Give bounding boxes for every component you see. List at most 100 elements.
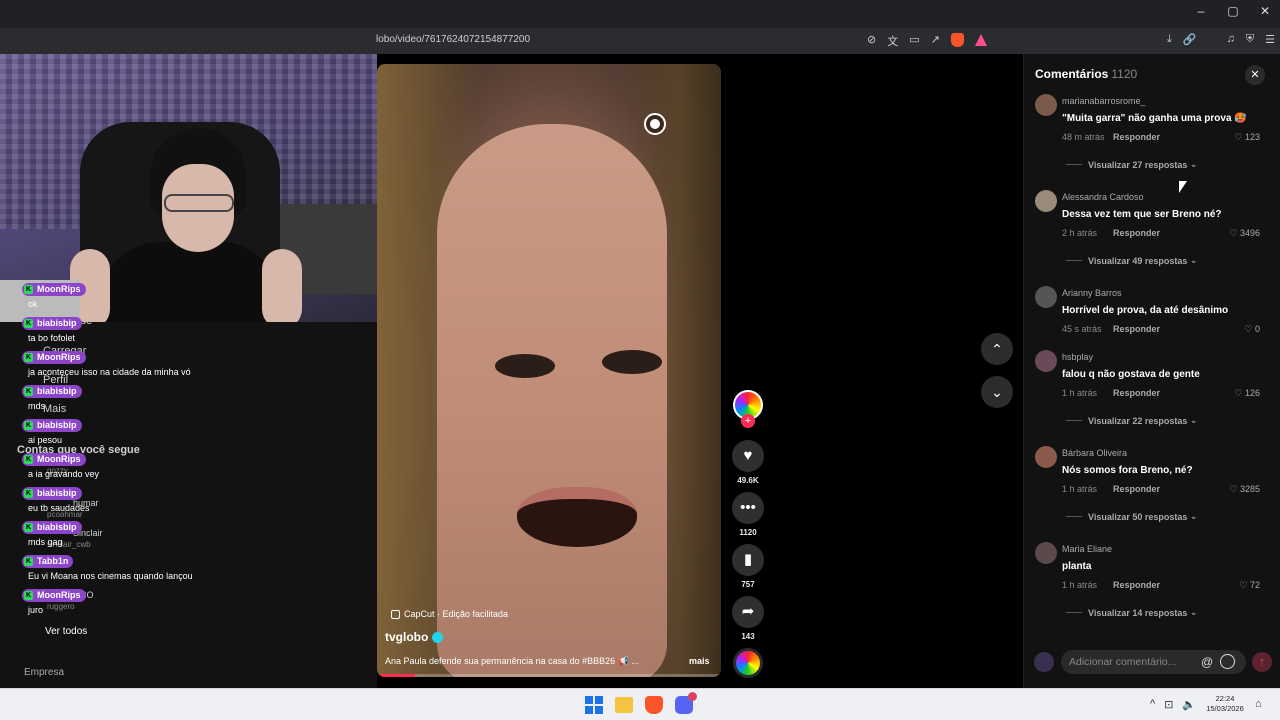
chat-user-badge: Kbiabisbip	[22, 487, 82, 500]
send-comment-button[interactable]: ↑	[1252, 652, 1272, 672]
windows-taskbar: ^ ⊡ 🔈 22:24 15/03/2026 ⌂	[0, 688, 1280, 720]
reader-mode-icon[interactable]: ⊘	[867, 33, 876, 49]
discord-icon[interactable]	[675, 692, 697, 714]
company-link[interactable]: Empresa	[24, 667, 64, 678]
avatar[interactable]	[1035, 94, 1057, 116]
mouse-cursor	[1179, 181, 1187, 193]
reply-button[interactable]: Responder	[1113, 324, 1160, 334]
close-window-button[interactable]: ✕	[1258, 4, 1272, 18]
share-button[interactable]: ➦	[732, 596, 764, 628]
comment-username[interactable]: hsbplay	[1062, 352, 1093, 362]
tray-overflow-icon[interactable]: ^	[1150, 698, 1155, 711]
translate-icon[interactable]: 文	[887, 33, 898, 49]
capcut-label[interactable]: CapCut · Edição facilitada	[391, 609, 508, 619]
file-explorer-icon[interactable]	[615, 697, 633, 713]
emoji-icon[interactable]	[1220, 654, 1235, 669]
like-button[interactable]: ♥	[732, 440, 764, 472]
share-arrow-icon: ➦	[741, 603, 755, 620]
avatar[interactable]	[1035, 542, 1057, 564]
chat-message-text: ai pesou	[28, 435, 63, 445]
comment-like-button[interactable]: ♡ 0	[1244, 324, 1260, 335]
brave-rewards-icon[interactable]	[974, 34, 987, 46]
save-button[interactable]: ▮	[732, 544, 764, 576]
next-video-button[interactable]: ⌄	[981, 376, 1013, 408]
music-icon[interactable]: ♫	[1227, 33, 1235, 46]
avatar[interactable]	[1035, 350, 1057, 372]
taskbar-clock[interactable]: 22:24 15/03/2026	[1206, 694, 1244, 714]
comment-username[interactable]: Maria Eliane	[1062, 544, 1112, 554]
maximize-button[interactable]: ▢	[1226, 4, 1240, 18]
comment-text: falou q não gostava de gente	[1062, 369, 1200, 380]
heart-outline-icon: ♡	[1234, 388, 1245, 398]
reply-button[interactable]: Responder	[1113, 580, 1160, 590]
view-replies-button[interactable]: Visualizar 50 respostas ⌄	[1066, 511, 1197, 522]
network-icon[interactable]: ⊡	[1164, 698, 1173, 711]
chat-message: Kbiabisbip ta bo fofolet	[18, 315, 358, 349]
mention-icon[interactable]: @	[1201, 655, 1213, 669]
view-replies-button[interactable]: Visualizar 49 respostas ⌄	[1066, 255, 1197, 266]
reply-button[interactable]: Responder	[1113, 484, 1160, 494]
video-author[interactable]: tvglobo	[385, 630, 444, 644]
menu-icon[interactable]: ☰	[1265, 33, 1275, 46]
clock-time: 22:24	[1215, 694, 1235, 703]
comment-button[interactable]: •••	[732, 492, 764, 524]
shield-icon[interactable]: ⛨	[1246, 33, 1254, 46]
link-icon[interactable]: 🔗	[1183, 33, 1197, 46]
video-player[interactable]: CapCut · Edição facilitada tvglobo Ana P…	[377, 64, 721, 677]
avatar[interactable]	[1035, 286, 1057, 308]
avatar	[1034, 652, 1054, 672]
divider	[1066, 164, 1082, 165]
music-disc[interactable]	[733, 648, 763, 678]
comment-username[interactable]: Bárbara Oliveira	[1062, 448, 1127, 458]
comment-time: 1 h atrás	[1062, 580, 1098, 590]
brave-browser-icon[interactable]	[645, 696, 663, 714]
download-icon[interactable]: ⤓	[1167, 33, 1172, 46]
share-icon[interactable]: ↗	[931, 33, 940, 49]
comment-like-button[interactable]: ♡ 123	[1234, 132, 1260, 143]
notification-badge	[688, 692, 697, 701]
view-replies-button[interactable]: Visualizar 14 respostas ⌄	[1066, 607, 1197, 618]
address-bar: lobo/video/7617624072154877200 ⊘ 文 ▭ ↗ ⤓…	[0, 28, 1280, 54]
see-all-link[interactable]: Ver todos	[45, 626, 87, 637]
comment-input[interactable]	[1061, 650, 1246, 674]
reply-button[interactable]: Responder	[1113, 388, 1160, 398]
heart-outline-icon: ♡	[1244, 324, 1255, 334]
view-replies-button[interactable]: Visualizar 27 respostas ⌄	[1066, 159, 1197, 170]
close-comments-button[interactable]: ✕	[1245, 65, 1265, 85]
browser-titlebar: – ▢ ✕	[0, 0, 1280, 28]
comment-like-button[interactable]: ♡ 3496	[1229, 228, 1260, 239]
notification-icon[interactable]: ⌂	[1255, 698, 1262, 710]
comment-time: 45 s atrás	[1062, 324, 1102, 334]
comment-like-button[interactable]: ♡ 126	[1234, 388, 1260, 399]
comment-like-button[interactable]: ♡ 3285	[1229, 484, 1260, 495]
chat-message-text: eu tb saudades	[28, 503, 90, 513]
avatar[interactable]	[1035, 446, 1057, 468]
view-replies-button[interactable]: Visualizar 22 respostas ⌄	[1066, 415, 1197, 426]
heart-outline-icon: ♡	[1229, 228, 1240, 238]
reply-button[interactable]: Responder	[1113, 132, 1160, 142]
comment-username[interactable]: marianabarrosrome_	[1062, 96, 1146, 106]
chat-user-badge: K MoonRips	[22, 283, 86, 296]
save-count: 757	[741, 580, 755, 589]
comment-count: 1120	[739, 528, 757, 537]
more-caption-button[interactable]: mais	[689, 656, 710, 666]
url-field[interactable]: lobo/video/7617624072154877200	[376, 34, 530, 45]
start-button[interactable]	[585, 696, 603, 714]
window-controls: – ▢ ✕	[1194, 4, 1272, 18]
heart-outline-icon: ♡	[1234, 132, 1245, 142]
video-frame-mouth	[517, 487, 637, 547]
screenshot-icon[interactable]: ▭	[909, 33, 919, 49]
minimize-button[interactable]: –	[1194, 4, 1208, 18]
follow-button[interactable]: +	[741, 414, 755, 428]
comment-like-button[interactable]: ♡ 72	[1239, 580, 1260, 591]
comment-username[interactable]: Arianny Barros	[1062, 288, 1122, 298]
avatar[interactable]	[1035, 190, 1057, 212]
reply-button[interactable]: Responder	[1113, 228, 1160, 238]
like-count: 49.6K	[737, 476, 759, 485]
video-progress-bar[interactable]	[377, 674, 721, 677]
brave-shields-icon[interactable]	[950, 33, 964, 47]
heart-outline-icon: ♡	[1239, 580, 1250, 590]
previous-video-button[interactable]: ⌃	[981, 333, 1013, 365]
comment-username[interactable]: Alessandra Cardoso	[1062, 192, 1144, 202]
volume-icon[interactable]: 🔈	[1182, 698, 1196, 711]
